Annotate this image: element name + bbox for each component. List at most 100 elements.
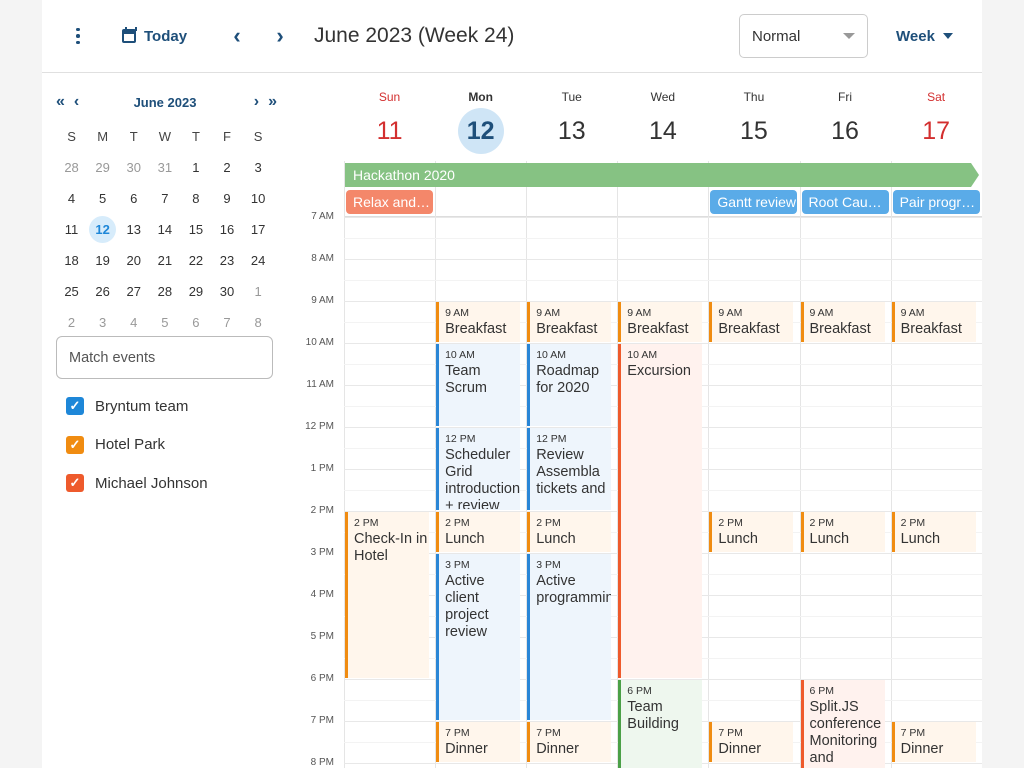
today-button[interactable]: Today [122,22,187,50]
resource-filter-item[interactable]: ✓ Bryntum team [66,397,188,415]
calendar-event[interactable]: 9 AM Breakfast [891,302,976,342]
mini-calendar-day[interactable]: 28 [56,160,87,175]
next-button[interactable]: › [268,22,292,50]
mini-calendar-day[interactable]: 18 [56,253,87,268]
calendar-event[interactable]: 6 PM Team Building [618,680,703,768]
checkbox[interactable]: ✓ [66,397,84,415]
mini-calendar-day[interactable]: 22 [180,253,211,268]
mini-calendar-day[interactable]: 26 [87,284,118,299]
calendar-event[interactable]: 9 AM Breakfast [436,302,521,342]
mini-calendar-day[interactable]: 29 [180,284,211,299]
mini-calendar-day[interactable]: 30 [118,160,149,175]
mini-calendar-day[interactable]: 8 [180,191,211,206]
previous-button[interactable]: ‹ [225,22,249,50]
previous-year-icon[interactable]: « [56,93,65,111]
mini-calendar-day[interactable]: 19 [87,253,118,268]
calendar-event[interactable]: 7 PM Dinner [709,722,794,762]
mini-calendar-day[interactable]: 3 [243,160,274,175]
mini-calendar-day[interactable]: 25 [56,284,87,299]
calendar-event[interactable]: 7 PM Dinner [527,722,612,762]
all-day-event-banner[interactable]: Hackathon 2020 [345,163,979,187]
view-selector-button[interactable]: Week [896,22,953,50]
mini-calendar-day[interactable]: 11 [56,222,87,237]
mini-calendar-day[interactable]: 1 [243,284,274,299]
calendar-event[interactable]: 2 PM Lunch [436,512,521,552]
calendar-event[interactable]: 9 AM Breakfast [800,302,885,342]
checkbox[interactable]: ✓ [66,435,84,454]
mini-calendar-day[interactable]: 5 [87,191,118,206]
next-year-icon[interactable]: » [268,93,277,111]
calendar-event[interactable]: 6 PM Split.JS conference Monitoring and [800,680,885,768]
mini-calendar-day[interactable]: 29 [87,160,118,175]
mini-calendar-day[interactable]: 7 [211,315,242,330]
all-day-event[interactable]: Relax and official arrival beer [346,190,434,214]
calendar-event[interactable]: 2 PM Lunch [891,512,976,552]
all-day-event[interactable]: Pair programming [892,190,980,214]
all-day-event[interactable]: Root Cause Analysis [801,190,889,214]
calendar-event[interactable]: 2 PM Check-In in Hotel [345,512,430,678]
calendar-event[interactable]: 3 PM Active client project review [436,554,521,720]
calendar-event[interactable]: 10 AM Roadmap for 2020 [527,344,612,426]
calendar-event[interactable]: 9 AM Breakfast [527,302,612,342]
checkbox[interactable]: ✓ [66,474,84,492]
mode-select[interactable]: Normal [739,14,868,58]
mini-calendar-day[interactable]: 30 [211,284,242,299]
calendar-event[interactable]: 7 PM Dinner [891,722,976,762]
mini-calendar-day[interactable]: 3 [87,315,118,330]
hour-label: 7 AM [311,211,334,222]
mini-calendar-day[interactable]: 6 [180,315,211,330]
mini-calendar-day[interactable]: 24 [243,253,274,268]
mini-calendar-day[interactable]: 9 [211,191,242,206]
all-day-event[interactable]: Gantt review [710,190,798,214]
hour-label: 12 PM [305,421,334,432]
calendar-event[interactable]: 2 PM Lunch [800,512,885,552]
calendar-event[interactable]: 2 PM Lunch [527,512,612,552]
calendar-event[interactable]: 9 AM Breakfast [618,302,703,342]
mini-calendar-day[interactable]: 7 [149,191,180,206]
mini-calendar-day[interactable]: 17 [243,222,274,237]
calendar-event[interactable]: 7 PM Dinner [436,722,521,762]
calendar-event[interactable]: 2 PM Lunch [709,512,794,552]
mini-calendar-day[interactable]: 1 [180,160,211,175]
previous-month-icon[interactable]: ‹ [74,93,80,111]
resource-filter-item[interactable]: ✓ Michael Johnson [66,474,208,492]
mini-calendar-day[interactable]: 4 [118,315,149,330]
mini-calendar-day[interactable]: 21 [149,253,180,268]
calendar-event[interactable]: 12 PM Scheduler Grid introduction + revie… [436,428,521,510]
day-header-mon[interactable]: Mon 12 [435,73,526,154]
mini-calendar-day[interactable]: 12 [87,215,118,244]
mini-calendar-day[interactable]: 6 [118,191,149,206]
mini-calendar-day[interactable]: 16 [211,222,242,237]
mini-calendar-day[interactable]: 15 [180,222,211,237]
menu-button[interactable] [68,22,88,50]
resource-filter-item[interactable]: ✓ Hotel Park [66,435,165,454]
mini-calendar-day[interactable]: 31 [149,160,180,175]
mode-value: Normal [752,27,801,45]
event-filter-input[interactable]: Match events [56,336,273,379]
mini-calendar-day[interactable]: 28 [149,284,180,299]
day-number: 15 [188,222,204,237]
mini-calendar-day[interactable]: 5 [149,315,180,330]
mini-calendar-day[interactable]: 2 [211,160,242,175]
event-time: 2 PM [900,517,926,529]
calendar-event[interactable]: 10 AM Team Scrum [436,344,521,426]
calendar-event[interactable]: 9 AM Breakfast [709,302,794,342]
calendar-event[interactable]: 3 PM Active programming [527,554,612,720]
mini-calendar-day[interactable]: 27 [118,284,149,299]
mini-calendar-day[interactable]: 10 [243,191,274,206]
next-month-icon[interactable]: › [254,93,260,111]
calendar-event[interactable]: 10 AM Excursion [618,344,703,678]
hour-label: 8 AM [311,253,334,264]
event-name: Lunch [445,531,485,547]
mini-calendar-day[interactable]: 20 [118,253,149,268]
calendar-event[interactable]: 12 PM Review Assembla tickets and [527,428,612,510]
mini-calendar-day[interactable]: 2 [56,315,87,330]
mini-calendar-day[interactable]: 8 [243,315,274,330]
event-name: Breakfast [627,321,689,337]
mini-calendar-day[interactable]: 13 [118,222,149,237]
hour-label: 9 AM [311,295,334,306]
mini-calendar-day[interactable]: 23 [211,253,242,268]
day-name: Tue [561,90,582,104]
mini-calendar-day[interactable]: 14 [149,222,180,237]
mini-calendar-day[interactable]: 4 [56,191,87,206]
